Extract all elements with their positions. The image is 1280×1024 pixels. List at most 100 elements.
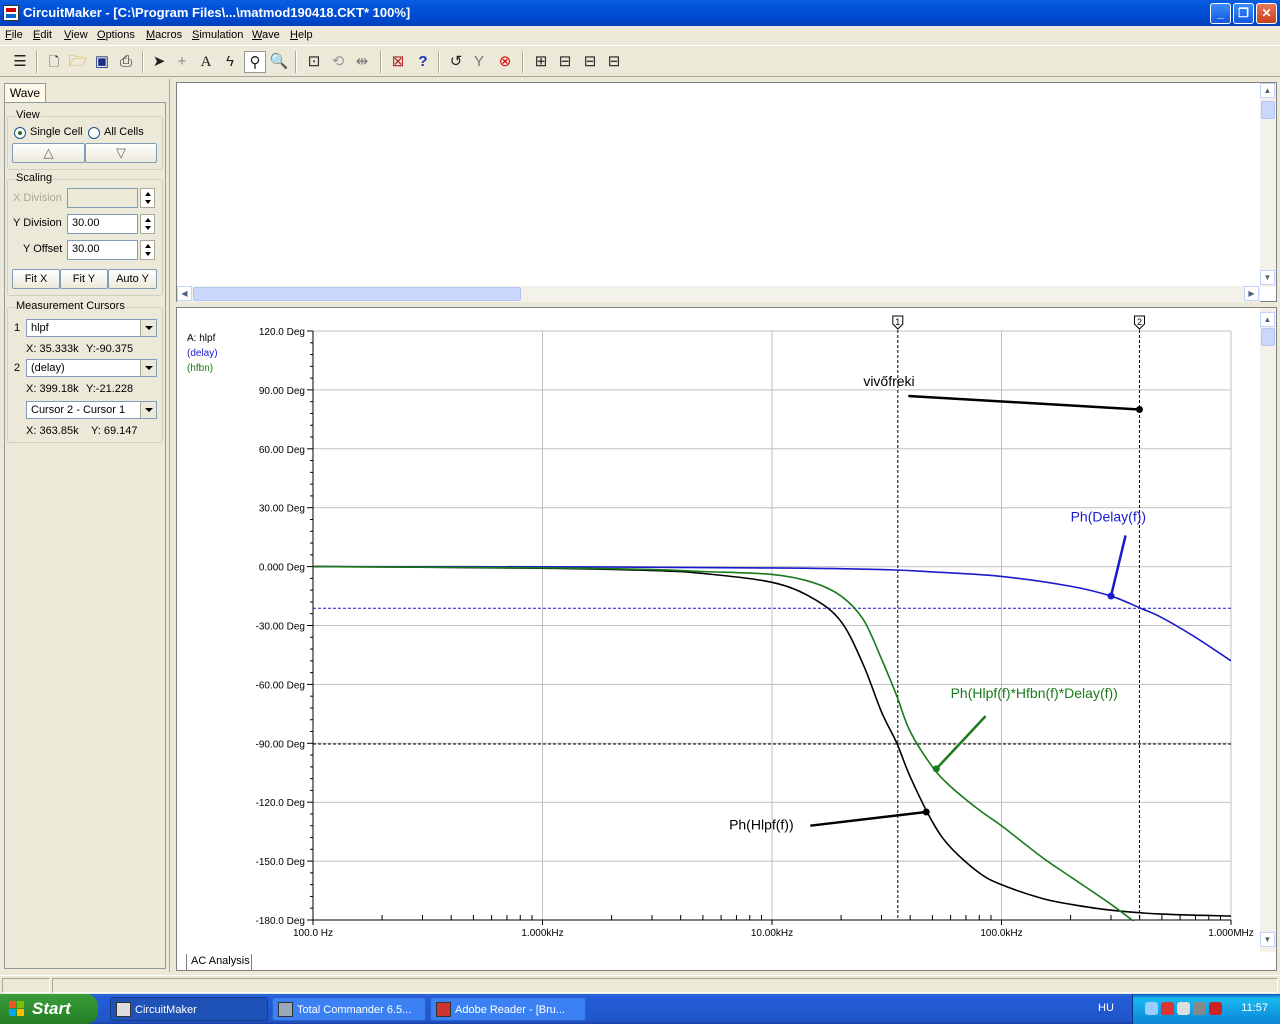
y-offset-input[interactable]: 30.00 (67, 240, 138, 260)
schematic-vscroll-thumb[interactable] (1261, 101, 1275, 119)
y-division-spinner[interactable] (140, 214, 155, 234)
language-indicator[interactable]: HU (1098, 1002, 1114, 1014)
wave-view1-icon[interactable]: ⊟ (554, 51, 576, 73)
x-division-spinner[interactable] (140, 188, 155, 208)
bluetooth-icon[interactable] (1209, 1002, 1222, 1015)
cursor-diff-select[interactable]: Cursor 2 - Cursor 1 (26, 401, 157, 419)
undo-icon[interactable]: ↺ (445, 51, 467, 73)
ac-analysis-chart[interactable]: 120.0 Deg 90.00 Deg 60.00 Deg 30.00 Deg 0.00… (177, 308, 1276, 970)
fit-y-button[interactable]: Fit Y (60, 269, 108, 289)
save-icon[interactable]: ▣ (91, 51, 113, 73)
print-icon[interactable]: ⎙ (115, 51, 137, 73)
menu-view[interactable]: View (64, 29, 88, 41)
mirror-icon[interactable]: ⇹ (351, 51, 373, 73)
series-line (313, 565, 1135, 921)
annotation-arrow (908, 394, 1140, 411)
cursor2-x-readout: X: 399.18k (26, 383, 79, 395)
windows-logo-icon (9, 1001, 26, 1017)
scroll-down-arrow[interactable]: ▼ (1260, 270, 1275, 285)
status-bar (0, 975, 1280, 994)
antivirus-icon[interactable] (1161, 1002, 1174, 1015)
wave-scroll-up-arrow[interactable]: ▲ (1260, 312, 1275, 327)
annotation-label: Ph(Hlpf(f)*Hfbn(f)*Delay(f)) (951, 685, 1118, 701)
wave-vertical-scrollbar[interactable]: ▲ ▼ (1260, 308, 1276, 952)
schematic-vertical-scrollbar[interactable]: ▲ ▼ (1260, 83, 1276, 287)
single-cell-radio[interactable] (14, 127, 26, 139)
probe-icon[interactable]: ϟ (219, 51, 241, 73)
close-button[interactable]: ✕ (1256, 3, 1277, 24)
start-label: Start (32, 999, 71, 1018)
tab-wave[interactable]: Wave (4, 83, 46, 103)
parts-icon[interactable]: ⊠ (387, 51, 409, 73)
cursor1-select[interactable]: hlpf (26, 319, 157, 337)
title-bar: CircuitMaker - [C:\Program Files\...\mat… (0, 0, 1280, 26)
new-file-icon[interactable]: 🗋 (43, 51, 65, 73)
y-tick-label: 0.000 Deg (259, 563, 305, 574)
wave-view2-icon[interactable]: ⊟ (579, 51, 601, 73)
schematic-horizontal-scrollbar[interactable]: ◀ ▶ (177, 286, 1260, 302)
stop-icon[interactable]: ⊗ (494, 51, 516, 73)
tab-ac-analysis[interactable]: AC Analysis (186, 954, 252, 971)
cursor2-number: 2 (14, 362, 21, 374)
menu-file[interactable]: File (5, 29, 23, 41)
digital-probe-icon[interactable]: Y (468, 51, 490, 73)
menu-options[interactable]: Options (97, 29, 135, 41)
y-division-input[interactable]: 30.00 (67, 214, 138, 234)
rotate-icon[interactable]: ⟲ (327, 51, 349, 73)
scroll-up-arrow[interactable]: ▲ (1260, 83, 1275, 98)
minimize-button[interactable]: _ (1210, 3, 1231, 24)
wave-new-icon[interactable]: ⊞ (530, 51, 552, 73)
y-division-label: Y Division (13, 217, 62, 229)
y-tick-label: -30.00 Deg (256, 622, 305, 633)
y-tick-label: -60.00 Deg (256, 680, 305, 691)
task-adobe-reader[interactable]: Adobe Reader - [Bru... (430, 997, 586, 1021)
y-offset-label: Y Offset (23, 243, 63, 255)
wave-pane[interactable]: 120.0 Deg 90.00 Deg 60.00 Deg 30.00 Deg 0.00… (176, 307, 1277, 971)
arrange-icon[interactable]: ☰ (9, 51, 31, 73)
restore-button[interactable]: ❐ (1233, 3, 1254, 24)
wave-view3-icon[interactable]: ⊟ (603, 51, 625, 73)
wire-icon[interactable]: + (171, 51, 193, 73)
arrow-icon[interactable]: ➤ (148, 51, 170, 73)
menu-simulation[interactable]: Simulation (192, 29, 243, 41)
scroll-left-arrow[interactable]: ◀ (177, 286, 192, 301)
open-file-icon[interactable]: 🗁 (67, 51, 89, 73)
fit-x-button[interactable]: Fit X (12, 269, 60, 289)
annotation-point (922, 808, 930, 816)
annotation-label: Ph(Hlpf(f)) (729, 817, 794, 833)
task-total-commander[interactable]: Total Commander 6.5... (272, 997, 426, 1021)
task-circuitmaker[interactable]: CircuitMaker (110, 997, 268, 1021)
menu-help[interactable]: Help (290, 29, 313, 41)
zoom-icon[interactable]: 🔍 (268, 51, 290, 73)
volume-icon[interactable] (1177, 1002, 1190, 1015)
y-offset-spinner[interactable] (140, 240, 155, 260)
probe-tool-icon[interactable]: ⚲ (244, 51, 266, 73)
wave-vscroll-thumb[interactable] (1261, 328, 1275, 346)
circuitmaker-icon (116, 1002, 131, 1017)
y-tick-label: 120.0 Deg (259, 327, 305, 338)
y-tick-label: -150.0 Deg (256, 857, 305, 868)
scroll-right-arrow[interactable]: ▶ (1244, 286, 1259, 301)
text-icon[interactable]: A (195, 51, 217, 73)
app-icon[interactable] (3, 5, 19, 21)
help-icon[interactable]: ? (412, 51, 434, 73)
cursor1-number: 1 (14, 322, 21, 334)
schematic-hscroll-thumb[interactable] (193, 287, 521, 301)
cell-up-button[interactable]: △ (12, 143, 85, 163)
wave-scroll-down-arrow[interactable]: ▼ (1260, 932, 1275, 947)
all-cells-radio[interactable] (88, 127, 100, 139)
display-icon[interactable] (1193, 1002, 1206, 1015)
zoom-window-icon[interactable]: ⊡ (303, 51, 325, 73)
x-division-input[interactable] (67, 188, 138, 208)
cell-down-button[interactable]: ▽ (85, 143, 157, 163)
schematic-pane[interactable]: ▲ ▼ ◀ ▶ (176, 82, 1277, 302)
cursor2-select[interactable]: (delay) (26, 359, 157, 377)
auto-y-button[interactable]: Auto Y (108, 269, 157, 289)
menu-edit[interactable]: Edit (33, 29, 52, 41)
y-tick-label: 60.00 Deg (259, 445, 305, 456)
network-icon[interactable] (1145, 1002, 1158, 1015)
annotation-arrow (810, 810, 927, 827)
start-button[interactable]: Start (0, 994, 98, 1024)
menu-macros[interactable]: Macros (146, 29, 182, 41)
menu-wave[interactable]: Wave (252, 29, 280, 41)
